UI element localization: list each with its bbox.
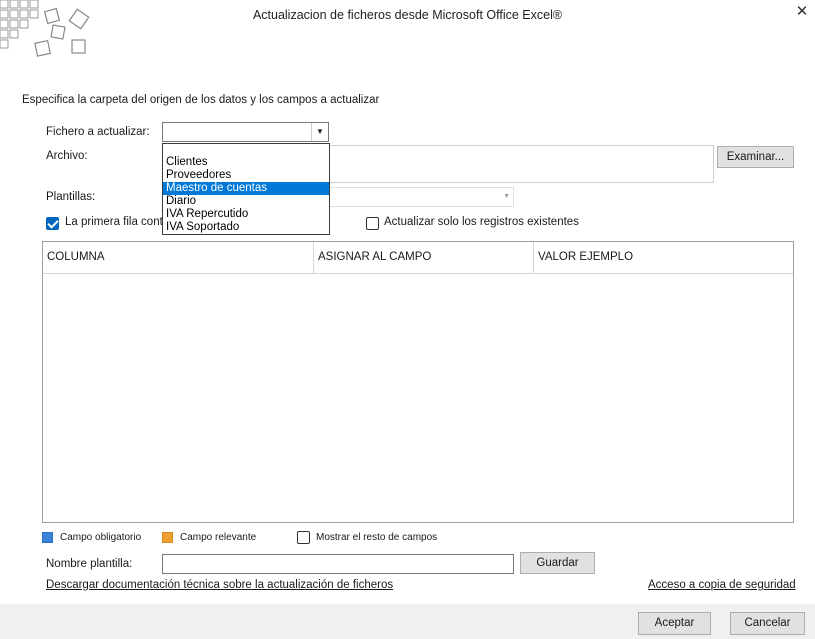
- dropdown-option-maestro-cuentas[interactable]: Maestro de cuentas: [163, 182, 329, 195]
- fichero-combo[interactable]: ▼: [162, 122, 329, 142]
- fields-grid[interactable]: COLUMNA ASIGNAR AL CAMPO VALOR EJEMPLO: [42, 241, 794, 523]
- column-header-asignar[interactable]: ASIGNAR AL CAMPO: [313, 242, 533, 273]
- examinar-button[interactable]: Examinar...: [717, 146, 794, 168]
- column-header-columna[interactable]: COLUMNA: [43, 242, 313, 273]
- nombre-plantilla-label: Nombre plantilla:: [46, 558, 133, 570]
- primera-fila-label: La primera fila cont: [65, 216, 163, 228]
- mostrar-resto-checkbox[interactable]: [297, 531, 310, 544]
- window-title: Actualizacion de ficheros desde Microsof…: [252, 8, 563, 22]
- dropdown-option-diario[interactable]: Diario: [163, 195, 329, 208]
- dropdown-option-iva-soportado[interactable]: IVA Soportado: [163, 221, 329, 234]
- archivo-label: Archivo:: [46, 150, 88, 162]
- close-icon[interactable]: ✕: [793, 3, 811, 21]
- cancelar-button[interactable]: Cancelar: [730, 612, 805, 635]
- mostrar-resto-label: Mostrar el resto de campos: [316, 532, 438, 543]
- documentacion-link[interactable]: Descargar documentación técnica sobre la…: [46, 579, 393, 591]
- copia-seguridad-link[interactable]: Acceso a copia de seguridad: [648, 579, 796, 591]
- grid-header: COLUMNA ASIGNAR AL CAMPO VALOR EJEMPLO: [43, 242, 793, 274]
- guardar-button[interactable]: Guardar: [520, 552, 595, 574]
- chevron-down-icon[interactable]: ▼: [311, 123, 328, 141]
- dialog-footer: Aceptar Cancelar: [0, 604, 815, 639]
- fichero-dropdown-list: Clientes Proveedores Maestro de cuentas …: [162, 143, 330, 235]
- column-header-valor[interactable]: VALOR EJEMPLO: [533, 242, 793, 273]
- aceptar-button[interactable]: Aceptar: [638, 612, 711, 635]
- obligatorio-color-swatch: [42, 532, 53, 543]
- relevante-label: Campo relevante: [180, 532, 257, 543]
- primera-fila-checkbox[interactable]: [46, 217, 59, 230]
- fichero-label: Fichero a actualizar:: [46, 126, 150, 138]
- dropdown-option-proveedores[interactable]: Proveedores: [163, 169, 329, 182]
- plantillas-label: Plantillas:: [46, 191, 96, 203]
- solo-existentes-label: Actualizar solo los registros existentes: [384, 216, 579, 228]
- solo-existentes-checkbox[interactable]: [366, 217, 379, 230]
- chevron-down-icon[interactable]: ▼: [503, 188, 510, 206]
- instruction-text: Especifica la carpeta del origen de los …: [22, 94, 380, 106]
- obligatorio-label: Campo obligatorio: [60, 532, 142, 543]
- nombre-plantilla-input[interactable]: [162, 554, 514, 574]
- relevante-color-swatch: [162, 532, 173, 543]
- dropdown-option-clientes[interactable]: Clientes: [163, 156, 329, 169]
- dropdown-option-iva-repercutido[interactable]: IVA Repercutido: [163, 208, 329, 221]
